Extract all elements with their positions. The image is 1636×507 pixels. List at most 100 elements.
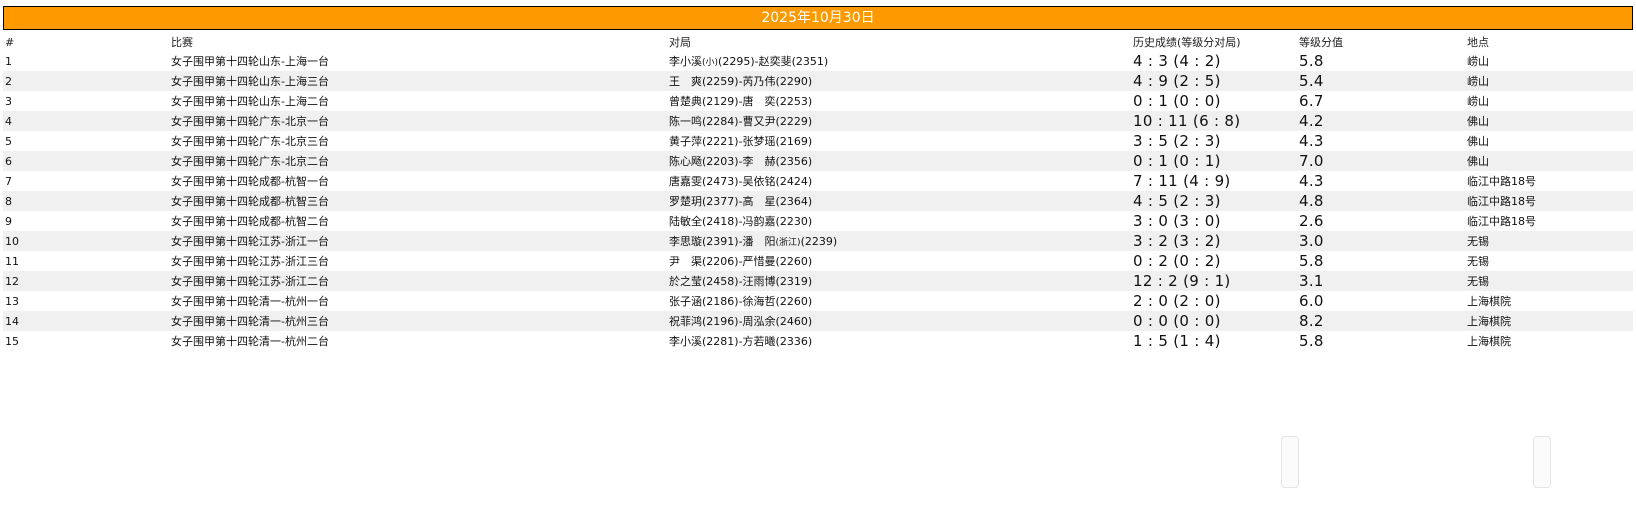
row-location: 崂山	[1467, 95, 1489, 108]
row-rating: 2.6	[1299, 212, 1324, 230]
decorative-panel	[1281, 436, 1299, 488]
row-number: 7	[5, 174, 12, 188]
row-location: 上海棋院	[1465, 311, 1633, 331]
row-pairing: 李小溪(2281)-方若曦(2336)	[667, 331, 1131, 351]
row-rating: 4.3	[1299, 132, 1324, 150]
row-pairing: 曾楚典(2129)-唐 奕(2253)	[667, 91, 1131, 111]
row-history: 10 : 11 (6 : 8)	[1131, 111, 1297, 131]
pairing-text-rest: (2239)	[800, 235, 838, 248]
row-pairing: 罗楚玥(2377)-高 星(2364)	[667, 191, 1131, 211]
row-pairing: 李小溪(小)(2295)-赵奕斐(2351)	[667, 51, 1131, 71]
row-history: 4 : 9 (2 : 5)	[1131, 71, 1297, 91]
table-row: 8 女子围甲第十四轮成都-杭智三台 罗楚玥(2377)-高 星(2364) 4 : 5…	[3, 191, 1633, 211]
row-competition: 女子围甲第十四轮清一-杭州二台	[171, 335, 329, 348]
row-number: 8	[3, 191, 169, 211]
row-competition: 女子围甲第十四轮山东-上海一台	[171, 55, 329, 68]
row-number: 15	[5, 334, 19, 348]
row-competition: 女子围甲第十四轮江苏-浙江二台	[169, 271, 667, 291]
header-competition: 比赛	[171, 36, 193, 49]
row-history: 4 : 3 (4 : 2)	[1133, 52, 1221, 70]
table-header-row: # 比赛 对局 历史成绩(等级分对局) 等级分值 地点	[3, 33, 1633, 51]
row-competition: 女子围甲第十四轮广东-北京一台	[169, 111, 667, 131]
row-rating: 5.8	[1299, 332, 1324, 350]
decorative-panel	[1533, 436, 1551, 488]
row-history: 2 : 0 (2 : 0)	[1133, 292, 1221, 310]
row-location: 崂山	[1465, 71, 1633, 91]
row-history: 0 : 1 (0 : 1)	[1131, 151, 1297, 171]
row-competition: 女子围甲第十四轮清一-杭州一台	[171, 295, 329, 308]
row-rating: 8.2	[1297, 311, 1465, 331]
table-row: 1 女子围甲第十四轮山东-上海一台 李小溪(小)(2295)-赵奕斐(2351) 4 …	[3, 51, 1633, 71]
row-pairing: 陈心飏(2203)-李 赫(2356)	[667, 151, 1131, 171]
schedule-container: 2025年10月30日 # 比赛 对局 历史成绩(等级分对局) 等级分值 地点 …	[3, 6, 1633, 351]
row-rating: 4.8	[1297, 191, 1465, 211]
row-number: 11	[5, 254, 19, 268]
pairing-text: 王 爽(2259)-芮乃伟(2290)	[669, 75, 813, 88]
row-location: 佛山	[1467, 135, 1489, 148]
pairing-text: 尹 渠(2206)-严惜曼(2260)	[669, 255, 813, 268]
pairing-text: 李小溪(2281)-方若曦(2336)	[669, 335, 813, 348]
row-location: 无锡	[1465, 231, 1633, 251]
row-number: 2	[3, 71, 169, 91]
pairing-text: 李小溪	[669, 55, 702, 68]
row-pairing: 唐嘉雯(2473)-吴依铭(2424)	[667, 171, 1131, 191]
row-rating: 4.3	[1299, 172, 1324, 190]
table-row: 2 女子围甲第十四轮山东-上海三台王 爽(2259)-芮乃伟(2290) 4 : 9…	[3, 71, 1633, 91]
header-location: 地点	[1467, 36, 1489, 49]
table-row: 14 女子围甲第十四轮清一-杭州三台 祝菲鸿(2196)-周泓余(2460) 0 : …	[3, 311, 1633, 331]
table-row: 4 女子围甲第十四轮广东-北京一台 陈一鸣(2284)-曹又尹(2229) 10 : …	[3, 111, 1633, 131]
row-rating: 5.8	[1299, 52, 1324, 70]
table-row: 11 女子围甲第十四轮江苏-浙江三台 尹 渠(2206)-严惜曼(2260) 0 : …	[3, 251, 1633, 271]
row-competition: 女子围甲第十四轮成都-杭智三台	[169, 191, 667, 211]
row-location: 上海棋院	[1467, 295, 1511, 308]
table-row: 5 女子围甲第十四轮广东-北京三台 黄子萍(2221)-张梦瑶(2169) 3 : 5…	[3, 131, 1633, 151]
row-location: 崂山	[1467, 55, 1489, 68]
row-pairing: 於之莹(2458)-汪雨博(2319)	[667, 271, 1131, 291]
row-location: 佛山	[1465, 111, 1633, 131]
row-rating: 3.0	[1297, 231, 1465, 251]
row-history: 3 : 0 (3 : 0)	[1133, 212, 1221, 230]
row-competition: 女子围甲第十四轮江苏-浙江三台	[171, 255, 329, 268]
row-history: 0 : 1 (0 : 0)	[1133, 92, 1221, 110]
pairing-text: 陈一鸣(2284)-曹又尹(2229)	[669, 115, 813, 128]
row-rating: 4.2	[1297, 111, 1465, 131]
pairing-tag: (浙江)	[775, 238, 801, 248]
pairing-text: 於之莹(2458)-汪雨博(2319)	[669, 275, 813, 288]
row-competition: 女子围甲第十四轮广东-北京三台	[171, 135, 329, 148]
row-number: 1	[5, 54, 12, 68]
row-location: 无锡	[1467, 255, 1489, 268]
table-row: 3 女子围甲第十四轮山东-上海二台 曾楚典(2129)-唐 奕(2253) 0 : 1…	[3, 91, 1633, 111]
row-pairing: 陈一鸣(2284)-曹又尹(2229)	[667, 111, 1131, 131]
row-location: 无锡	[1465, 271, 1633, 291]
pairing-text-rest: (2295)-赵奕斐(2351)	[718, 55, 829, 68]
row-rating: 3.1	[1297, 271, 1465, 291]
row-number: 9	[5, 214, 12, 228]
row-pairing: 尹 渠(2206)-严惜曼(2260)	[667, 251, 1131, 271]
table-body: 1 女子围甲第十四轮山东-上海一台 李小溪(小)(2295)-赵奕斐(2351) 4 …	[3, 51, 1633, 351]
row-competition: 女子围甲第十四轮成都-杭智一台	[171, 175, 329, 188]
row-location: 佛山	[1465, 151, 1633, 171]
row-rating: 7.0	[1297, 151, 1465, 171]
table-row: 9 女子围甲第十四轮成都-杭智二台 陆敏全(2418)-冯韵嘉(2230) 3 : 0…	[3, 211, 1633, 231]
row-history: 3 : 5 (2 : 3)	[1133, 132, 1221, 150]
pairing-text: 陆敏全(2418)-冯韵嘉(2230)	[669, 215, 813, 228]
table-row: 13 女子围甲第十四轮清一-杭州一台 张子涵(2186)-徐海哲(2260) 2 : …	[3, 291, 1633, 311]
row-history: 4 : 5 (2 : 3)	[1131, 191, 1297, 211]
row-location: 临江中路18号	[1465, 191, 1633, 211]
row-history: 12 : 2 (9 : 1)	[1131, 271, 1297, 291]
row-competition: 女子围甲第十四轮江苏-浙江一台	[169, 231, 667, 251]
pairing-text: 祝菲鸿(2196)-周泓余(2460)	[669, 315, 813, 328]
row-history: 1 : 5 (1 : 4)	[1133, 332, 1221, 350]
pairing-text: 李思璇(2391)-潘 阳	[669, 235, 776, 248]
header-history: 历史成绩(等级分对局)	[1133, 36, 1241, 49]
row-competition: 女子围甲第十四轮山东-上海二台	[171, 95, 329, 108]
row-competition: 女子围甲第十四轮成都-杭智二台	[171, 215, 329, 228]
header-rating: 等级分值	[1299, 36, 1343, 49]
row-number: 12	[3, 271, 169, 291]
row-competition: 女子围甲第十四轮广东-北京二台	[169, 151, 667, 171]
row-number: 6	[3, 151, 169, 171]
row-rating: 5.8	[1299, 252, 1324, 270]
row-number: 4	[3, 111, 169, 131]
row-rating: 6.7	[1299, 92, 1324, 110]
row-pairing: 张子涵(2186)-徐海哲(2260)	[667, 291, 1131, 311]
